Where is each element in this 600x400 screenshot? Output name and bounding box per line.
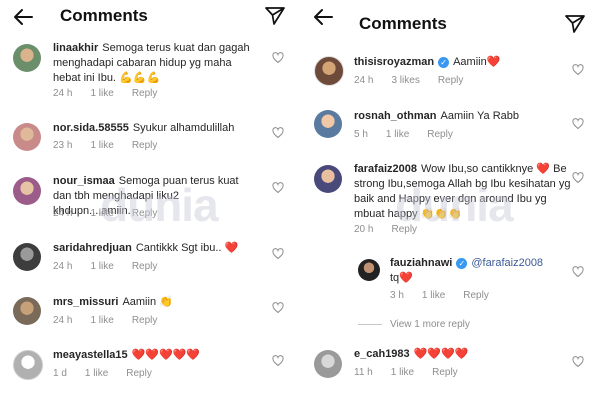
heart-icon[interactable] bbox=[572, 356, 584, 368]
username[interactable]: nor.sida.58555 bbox=[53, 122, 129, 134]
heart-icon[interactable] bbox=[572, 266, 584, 278]
username[interactable]: saridahredjuan bbox=[53, 242, 132, 254]
back-arrow-icon[interactable] bbox=[312, 7, 334, 27]
username[interactable]: meayastella15 bbox=[53, 349, 128, 361]
divider bbox=[358, 323, 382, 325]
avatar[interactable] bbox=[314, 110, 342, 138]
header: Comments bbox=[0, 0, 296, 34]
comment-time: 11 h bbox=[354, 367, 373, 378]
avatar[interactable] bbox=[13, 350, 43, 380]
comment-text: ❤️❤️❤️❤️ bbox=[413, 348, 469, 360]
heart-icon[interactable] bbox=[272, 355, 284, 367]
username[interactable]: nour_ismaa bbox=[53, 175, 115, 187]
comment-text: ❤️❤️❤️❤️❤️ bbox=[131, 349, 201, 361]
comment-likes[interactable]: 3 likes bbox=[391, 75, 419, 86]
username[interactable]: farafaiz2008 bbox=[354, 163, 417, 175]
reply-button[interactable]: Reply bbox=[427, 129, 453, 140]
comment-time: 24 h bbox=[53, 88, 73, 99]
send-icon[interactable] bbox=[265, 6, 285, 26]
reply-button[interactable]: Reply bbox=[132, 208, 158, 219]
comment-likes[interactable]: 1 like bbox=[90, 208, 113, 219]
comment-text: Cantikkk Sgt ibu.. ❤️ bbox=[135, 242, 239, 254]
comment-time: 5 h bbox=[354, 129, 368, 140]
comment-likes[interactable]: 1 like bbox=[90, 88, 113, 99]
username[interactable]: rosnah_othman bbox=[354, 110, 437, 122]
comment-time: 24 h bbox=[53, 261, 73, 272]
avatar[interactable] bbox=[314, 56, 344, 86]
heart-icon[interactable] bbox=[572, 118, 584, 130]
heart-icon[interactable] bbox=[572, 64, 584, 76]
reply-button[interactable]: Reply bbox=[432, 367, 458, 378]
username[interactable]: thisisroyazman bbox=[354, 56, 434, 68]
username[interactable]: linaakhir bbox=[53, 42, 98, 54]
comment-text: Syukur alhamdulillah bbox=[132, 122, 235, 134]
username[interactable]: fauziahnawi bbox=[390, 257, 452, 269]
reply-button[interactable]: Reply bbox=[463, 290, 489, 301]
avatar[interactable] bbox=[13, 177, 41, 205]
comment-likes[interactable]: 1 like bbox=[386, 129, 409, 140]
comment-time: 1 d bbox=[53, 368, 67, 379]
verified-icon: ✓ bbox=[438, 56, 450, 68]
divider bbox=[296, 0, 304, 400]
comment-time: 24 h bbox=[53, 315, 73, 326]
view-more-label: View 1 more reply bbox=[390, 319, 470, 330]
comment-time: 24 h bbox=[354, 75, 374, 86]
left-panel: Comments linaakhir Semoga terus kuat dan … bbox=[0, 0, 296, 400]
comment-likes[interactable]: 1 like bbox=[90, 315, 113, 326]
reply-button[interactable]: Reply bbox=[132, 140, 158, 151]
mention-link[interactable]: @farafaiz2008 bbox=[471, 257, 543, 269]
avatar[interactable] bbox=[314, 165, 342, 193]
comment-likes[interactable]: 1 like bbox=[85, 368, 108, 379]
avatar[interactable] bbox=[358, 259, 380, 281]
username[interactable]: mrs_missuri bbox=[53, 296, 118, 308]
comment-time: 23 h bbox=[53, 140, 73, 151]
comment-likes[interactable]: 1 like bbox=[391, 367, 414, 378]
header-title: Comments bbox=[60, 6, 148, 25]
reply-button[interactable]: Reply bbox=[132, 261, 158, 272]
heart-icon[interactable] bbox=[272, 127, 284, 139]
heart-icon[interactable] bbox=[272, 182, 284, 194]
header-title: Comments bbox=[359, 14, 447, 33]
comment-likes[interactable]: 1 like bbox=[422, 290, 445, 301]
reply-button[interactable]: Reply bbox=[126, 368, 152, 379]
heart-icon[interactable] bbox=[272, 248, 284, 260]
username[interactable]: e_cah1983 bbox=[354, 348, 410, 360]
header: Comments bbox=[304, 0, 600, 34]
back-arrow-icon[interactable] bbox=[12, 7, 34, 27]
comment-time: 20 h bbox=[354, 224, 374, 235]
comment-time: 3 h bbox=[390, 290, 404, 301]
reply-button[interactable]: Reply bbox=[438, 75, 464, 86]
reply-button[interactable]: Reply bbox=[391, 224, 417, 235]
avatar[interactable] bbox=[13, 297, 41, 325]
heart-icon[interactable] bbox=[572, 172, 584, 184]
heart-icon[interactable] bbox=[272, 302, 284, 314]
view-more-replies-button[interactable]: View 1 more reply bbox=[358, 319, 470, 330]
send-icon[interactable] bbox=[565, 14, 585, 34]
comment-text: Aamiin❤️ bbox=[453, 56, 501, 68]
comment-text: Aamiin Ya Rabb bbox=[440, 110, 519, 122]
comment-likes[interactable]: 1 like bbox=[90, 140, 113, 151]
reply-button[interactable]: Reply bbox=[132, 315, 158, 326]
avatar[interactable] bbox=[314, 350, 342, 378]
heart-icon[interactable] bbox=[272, 52, 284, 64]
avatar[interactable] bbox=[13, 123, 41, 151]
comment-text: Aamiin 👏 bbox=[122, 296, 173, 308]
reply-button[interactable]: Reply bbox=[132, 88, 158, 99]
avatar[interactable] bbox=[13, 243, 41, 271]
avatar[interactable] bbox=[13, 44, 41, 72]
comment-text: tq❤️ bbox=[390, 272, 413, 284]
comment-time: 24 h bbox=[53, 208, 73, 219]
comment-likes[interactable]: 1 like bbox=[90, 261, 113, 272]
verified-icon: ✓ bbox=[456, 257, 468, 269]
right-panel: Comments thisisroyazman ✓ Aamiin❤️ 24 h3 l… bbox=[304, 0, 600, 400]
